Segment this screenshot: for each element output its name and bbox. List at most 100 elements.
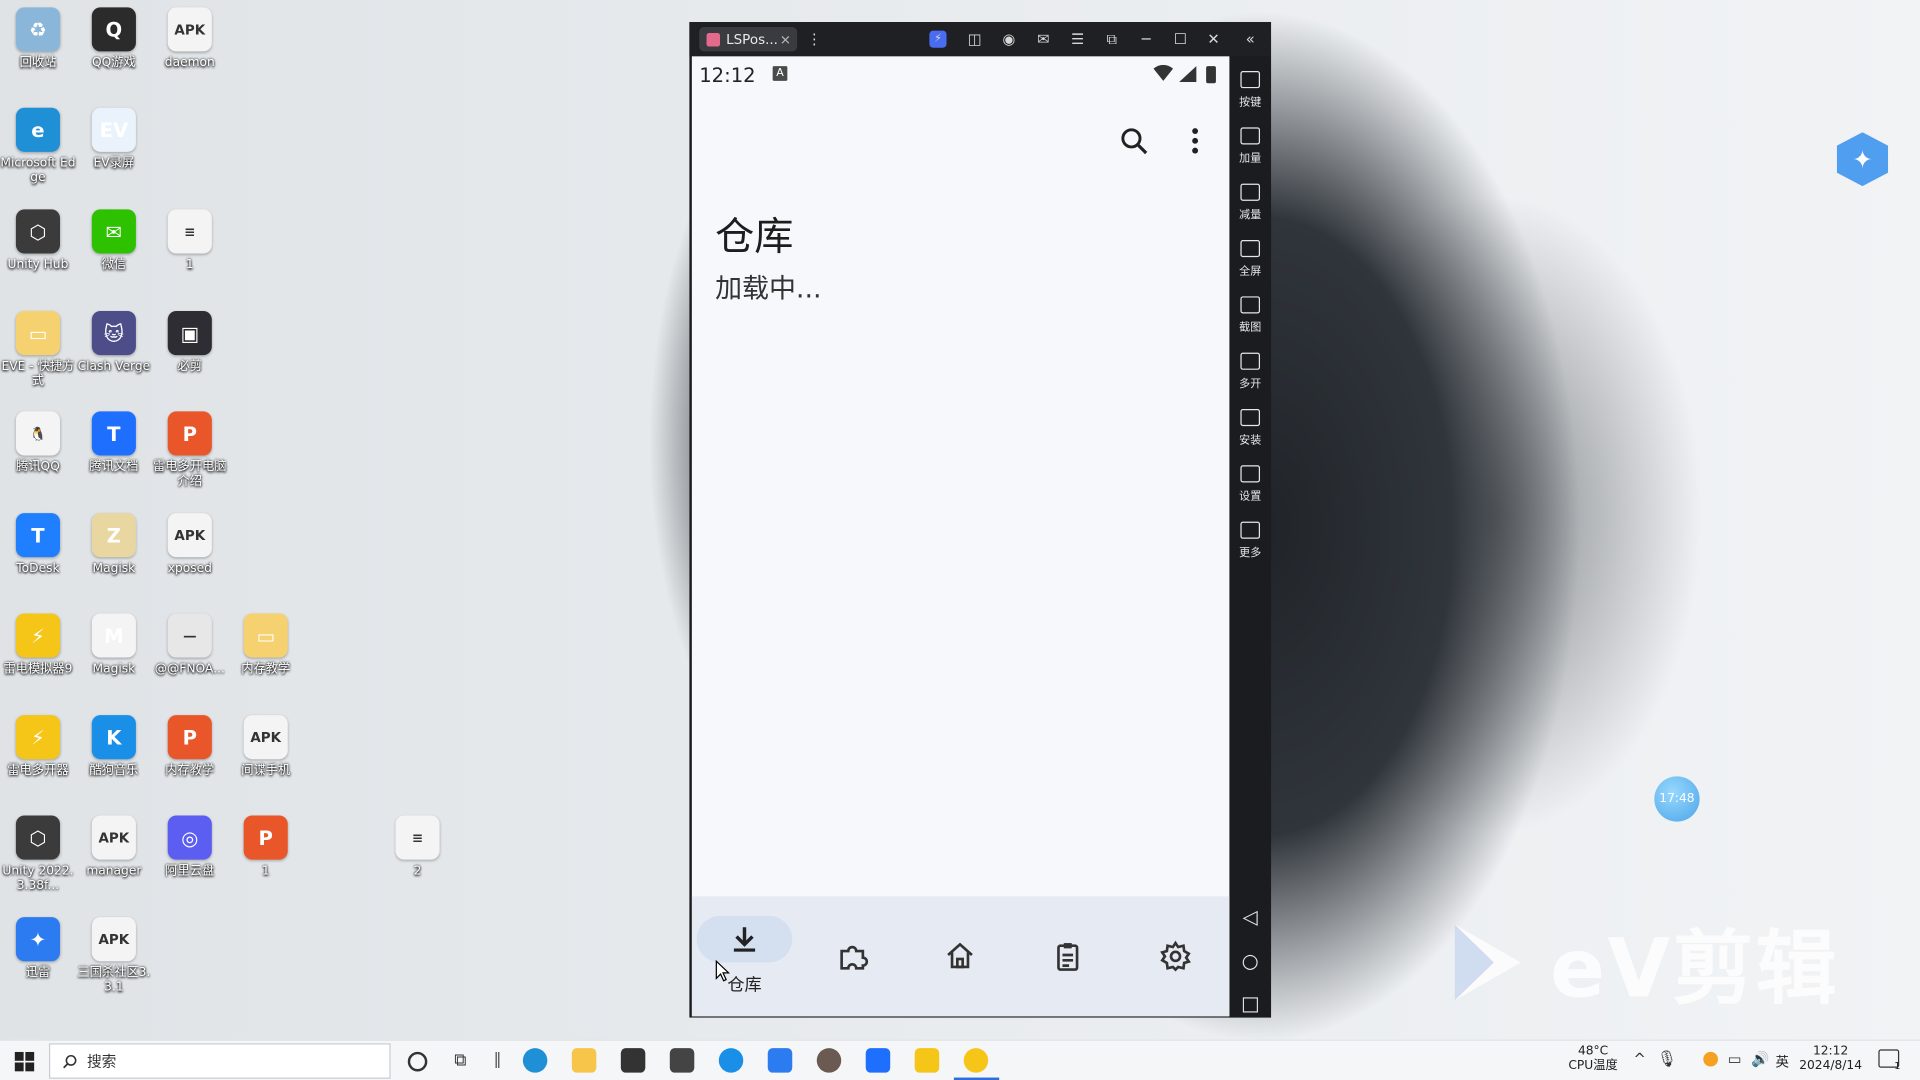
sidebar-button[interactable]: 截图 [1229,296,1271,334]
recents-soft-key-icon[interactable]: □ [1229,992,1271,1015]
sidebar-button[interactable]: 加量 [1229,127,1271,165]
network-icon[interactable]: ▭ [1728,1051,1742,1068]
sidebar-button[interactable]: 减量 [1229,183,1271,222]
sidebar-button[interactable]: 更多 [1229,521,1271,560]
nav-item-download[interactable] [696,915,793,963]
desktop-icon[interactable]: ⚡ 雷电多开器 [0,715,76,779]
performance-icon[interactable]: ⚡ [929,30,947,48]
desktop-icon-label: Magisk [92,562,136,576]
nav-item-clipboard[interactable] [1020,933,1116,980]
puzzle-icon [840,945,869,970]
desktop-icon[interactable]: K 酷狗音乐 [76,715,152,779]
clipboard-icon [1057,943,1079,971]
emulator-app-tab[interactable]: LSPos... × [699,26,798,52]
more-options-icon[interactable] [1189,127,1201,154]
mail-icon[interactable]: ✉ [1032,28,1054,50]
back-soft-key-icon[interactable]: ◁ [1229,905,1271,928]
desktop-icon[interactable]: APK daemon [152,7,228,71]
desktop-icon[interactable]: ⚡ 雷电模拟器9 [0,613,76,677]
minimize-icon[interactable]: ─ [1135,28,1157,50]
pop-out-icon[interactable]: ⧉ [1101,28,1123,50]
sidebar-button-label: 截图 [1239,322,1262,335]
avatar-taskbar-icon[interactable] [816,1048,842,1073]
collapse-sidebar-icon[interactable]: « [1239,28,1261,50]
sidebar-button[interactable]: 按键 [1229,71,1271,109]
microphone-icon[interactable]: 🎙 [1657,1051,1677,1069]
home-soft-key-icon[interactable]: ○ [1229,949,1271,972]
clock-date: 2024/8/14 [1799,1059,1863,1073]
desktop-icon[interactable]: e Microsoft Edge [0,107,76,186]
sidebar-button[interactable]: 多开 [1229,352,1271,391]
account-icon[interactable]: ◉ [998,28,1020,50]
app-icon: ◎ [167,815,212,860]
volume-icon[interactable]: 🔊 [1751,1051,1769,1068]
file-explorer-icon[interactable] [571,1048,597,1073]
desktop-icon[interactable]: — @@FNOA... [152,613,228,677]
close-icon[interactable]: ✕ [1202,28,1224,50]
desktop-icon[interactable]: P 内存教学 [152,715,228,779]
desktop-icon[interactable]: P 雷电多开电脑介绍 [152,411,228,489]
desktop-icon[interactable]: T 腾讯文档 [76,411,152,475]
ime-indicator[interactable]: 英 [1776,1052,1789,1072]
store-icon[interactable] [620,1048,646,1073]
ldplayer-taskbar-icon[interactable] [963,1048,989,1073]
desktop-icon[interactable]: ⬡ Unity Hub [0,209,76,273]
desktop-icon-label: EV录屏 [93,156,135,171]
qq-tray-icon[interactable] [1703,1051,1718,1067]
taskbar-search-input[interactable]: 搜索 [48,1043,391,1079]
nav-item-puzzle[interactable] [804,933,900,980]
desktop-icon[interactable]: ▭ EVE - 快捷方式 [0,311,76,389]
desktop-icon[interactable]: APK 间谍手机 [228,715,304,779]
desktop-icon[interactable]: ✉ 微信 [76,209,152,273]
xunlei-taskbar-icon[interactable] [767,1048,793,1073]
tencent-docs-taskbar-icon[interactable] [865,1048,891,1073]
desktop-icon-label: xposed [167,562,212,576]
cortana-icon[interactable] [407,1051,428,1072]
nav-item-home[interactable] [912,933,1008,980]
desktop-icon[interactable]: Q QQ游戏 [76,7,152,71]
desktop-icon[interactable]: Z Magisk [76,513,152,577]
desktop-icon[interactable]: ▣ 必剪 [152,311,228,375]
desktop-icon-label: Unity Hub [7,258,69,272]
desktop-icon[interactable]: ◎ 阿里云盘 [152,815,228,880]
sidebar-button[interactable]: 全屏 [1229,240,1271,278]
desktop-icon[interactable]: ≡ 1 [152,209,228,273]
sidebar-button-icon [1240,71,1261,89]
desktop-icon[interactable]: APK 三国杀社区3.3.1 [76,917,152,995]
sidebar-button[interactable]: 设置 [1229,465,1271,503]
mail-taskbar-icon[interactable] [669,1048,695,1073]
edge-taskbar-icon[interactable] [522,1048,548,1073]
task-view-icon[interactable]: ⧉ [454,1051,466,1071]
tab-menu-icon[interactable]: ⋮ [803,28,825,50]
desktop-icon[interactable]: EV EV录屏 [76,107,152,172]
kugou-taskbar-icon[interactable] [718,1048,744,1073]
tab-close-icon[interactable]: × [780,31,791,47]
desktop-icon[interactable]: APK xposed [152,513,228,577]
cpu-temp-widget[interactable]: 48°C CPU温度 [1567,1044,1618,1073]
ldplayer-multi-taskbar-icon[interactable] [914,1048,940,1073]
desktop-icon[interactable]: T ToDesk [0,513,76,577]
nav-item-settings[interactable] [1128,933,1224,980]
clock[interactable]: 12:12 2024/8/14 [1795,1044,1866,1073]
desktop-icon[interactable]: ⬡ Unity 2022.3.38f... [0,815,76,894]
desktop-icon[interactable]: 🐧 腾讯QQ [0,411,76,475]
desktop-icon[interactable]: ✦ 迅雷 [0,917,76,981]
desktop-icon[interactable]: ▭ 内存教学 [228,613,304,677]
desktop-icon[interactable]: P1 [228,815,304,880]
gamepad-icon[interactable]: ◫ [964,28,986,50]
tray-expand-icon[interactable]: ^ [1633,1051,1645,1068]
maximize-icon[interactable]: ☐ [1169,28,1191,50]
desktop-icon[interactable]: APK manager [76,815,152,880]
search-icon[interactable] [1119,126,1148,155]
cpu-temp-label: CPU温度 [1568,1059,1618,1073]
menu-icon[interactable]: ☰ [1067,28,1089,50]
app-icon: P [243,815,288,860]
sidebar-button-label: 多开 [1239,378,1262,391]
desktop-icon[interactable]: M Magisk [76,613,152,677]
desktop-icon[interactable]: 🐱 Clash Verge [76,311,152,375]
sidebar-button[interactable]: 安装 [1229,408,1271,447]
desktop-icon[interactable]: ≡ 2 [380,815,456,880]
recording-timer-bubble[interactable]: 17:48 [1654,776,1700,822]
desktop-icon[interactable]: ♻ 回收站 [0,7,76,71]
windows-start-icon[interactable] [14,1051,35,1072]
